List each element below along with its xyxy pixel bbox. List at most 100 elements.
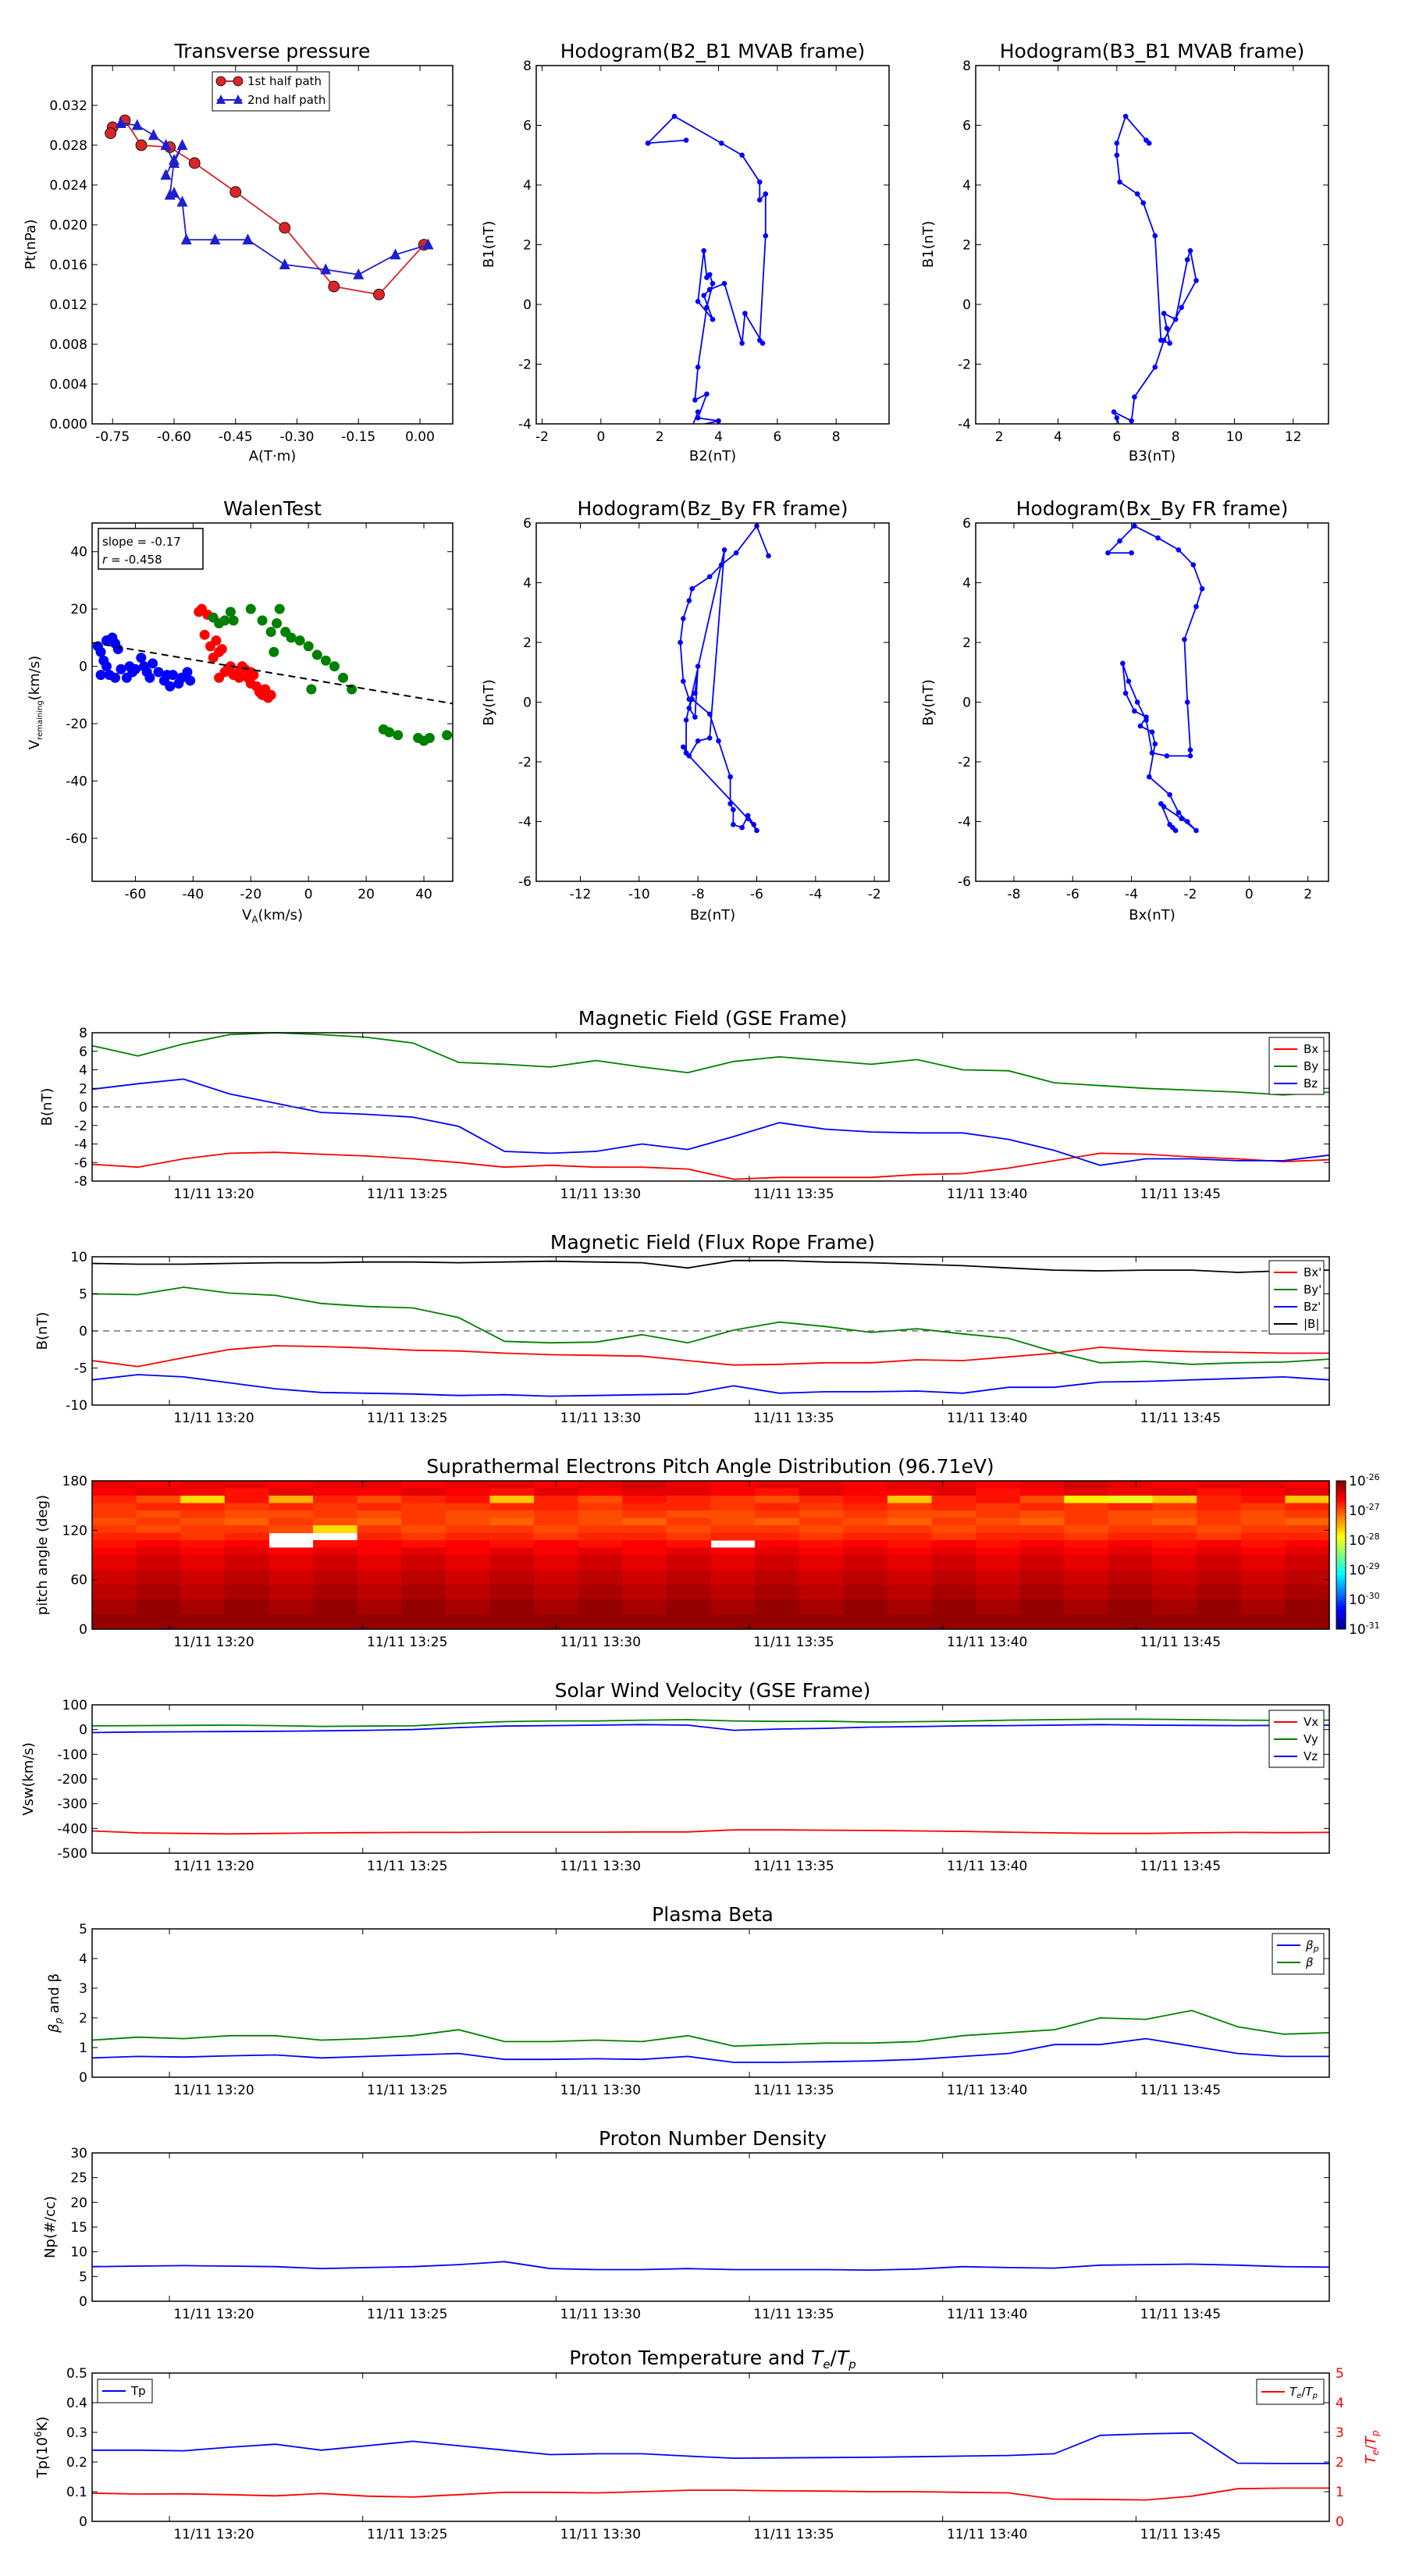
heatmap-cell bbox=[1240, 1510, 1286, 1519]
hodogram-b2-b1-title: Hodogram(B2_B1 MVAB frame) bbox=[560, 40, 866, 62]
x-tick-label: -60 bbox=[125, 887, 147, 902]
heatmap-cell bbox=[1240, 1570, 1286, 1578]
heatmap-cell bbox=[622, 1614, 667, 1623]
heatmap-cell bbox=[887, 1481, 933, 1489]
heatmap-cell bbox=[710, 1562, 756, 1571]
y-tick-label: 6 bbox=[523, 516, 532, 532]
x-tick-label: 11/11 13:40 bbox=[947, 2527, 1027, 2542]
heatmap-cell bbox=[1152, 1510, 1197, 1519]
x-tick-label: -4 bbox=[1125, 887, 1138, 902]
magnetic-field-fr-title: Magnetic Field (Flux Rope Frame) bbox=[550, 1231, 875, 1254]
heatmap-cell bbox=[755, 1599, 800, 1608]
heatmap-cell bbox=[534, 1510, 579, 1519]
y-tick-label: 0 bbox=[79, 2070, 87, 2086]
heatmap-cell bbox=[1240, 1592, 1286, 1600]
y-tick-label: 0.032 bbox=[49, 98, 87, 114]
heatmap-cell bbox=[710, 1621, 756, 1630]
data-point bbox=[1193, 603, 1199, 610]
x-tick-label: 2 bbox=[1304, 887, 1312, 902]
heatmap-cell bbox=[224, 1562, 270, 1571]
y-tick-label: -8 bbox=[74, 1174, 87, 1190]
x-tick-label: 11/11 13:45 bbox=[1140, 1635, 1221, 1650]
heatmap-cell bbox=[1240, 1503, 1286, 1511]
heatmap-cell bbox=[799, 1517, 844, 1526]
heatmap-cell bbox=[1152, 1481, 1197, 1489]
x-tick-label: 11/11 13:35 bbox=[753, 1635, 834, 1650]
data-point bbox=[739, 152, 745, 158]
heatmap-cell bbox=[1240, 1525, 1286, 1534]
heatmap-cell bbox=[887, 1525, 933, 1534]
heatmap-cell bbox=[224, 1614, 270, 1623]
heatmap-cell bbox=[1285, 1599, 1330, 1608]
heatmap-cell bbox=[224, 1606, 270, 1615]
heatmap-cell bbox=[489, 1540, 535, 1549]
heatmap-cell bbox=[1240, 1621, 1286, 1630]
heatmap-cell bbox=[92, 1577, 137, 1585]
heatmap-cell bbox=[755, 1614, 800, 1623]
x-tick-label: 11/11 13:25 bbox=[367, 2307, 447, 2322]
heatmap-cell bbox=[445, 1488, 491, 1496]
heatmap-cell bbox=[799, 1540, 844, 1549]
heatmap-cell bbox=[313, 1503, 358, 1511]
heatmap-cell bbox=[843, 1488, 888, 1496]
y-right-tick-label: 2 bbox=[1336, 2455, 1344, 2471]
heatmap-cell bbox=[1108, 1592, 1154, 1600]
x-tick-label: 11/11 13:30 bbox=[560, 2527, 641, 2542]
y-tick-label: 30 bbox=[70, 2146, 87, 2161]
colorbar-step bbox=[1336, 1513, 1346, 1516]
heatmap-cell bbox=[976, 1488, 1021, 1496]
x-tick-label: 11/11 13:20 bbox=[173, 1635, 254, 1650]
heatmap-cell bbox=[578, 1621, 623, 1630]
x-tick-label: 8 bbox=[832, 429, 841, 445]
heatmap-cell bbox=[931, 1525, 976, 1534]
proton-density-ylabel: Np(#/cc) bbox=[42, 2196, 59, 2258]
data-point bbox=[695, 409, 701, 415]
y-tick-label: 0 bbox=[962, 696, 971, 711]
heatmap-cell bbox=[578, 1592, 623, 1600]
y-tick-label: 5 bbox=[79, 1287, 87, 1303]
data-point bbox=[695, 415, 701, 421]
y-tick-label: -100 bbox=[57, 1747, 87, 1763]
colorbar-step bbox=[1336, 1599, 1346, 1603]
heatmap-cell bbox=[887, 1503, 933, 1511]
heatmap-cell bbox=[578, 1585, 623, 1593]
data-point bbox=[320, 655, 331, 666]
heatmap-cell bbox=[578, 1606, 623, 1615]
y-tick-label: -4 bbox=[518, 815, 532, 831]
heatmap-cell bbox=[534, 1525, 579, 1534]
x-tick-label: -8 bbox=[1007, 887, 1020, 902]
heatmap-cell bbox=[799, 1599, 844, 1608]
heatmap-cell bbox=[799, 1510, 844, 1519]
heatmap-cell bbox=[92, 1570, 137, 1578]
x-tick-label: 11/11 13:45 bbox=[1140, 2307, 1221, 2322]
data-point bbox=[373, 288, 385, 301]
heatmap-cell bbox=[489, 1510, 535, 1519]
hodogram-b3-b1-xlabel: B3(nT) bbox=[1129, 448, 1176, 464]
heatmap-cell bbox=[1064, 1562, 1109, 1571]
heatmap-cell bbox=[1197, 1481, 1242, 1489]
y-tick-label: 0 bbox=[79, 1100, 87, 1115]
y-tick-label: -2 bbox=[74, 1119, 87, 1134]
heatmap-cell bbox=[313, 1510, 358, 1519]
heatmap-cell bbox=[224, 1525, 270, 1534]
heatmap-cell bbox=[136, 1540, 181, 1549]
heatmap-cell bbox=[180, 1503, 226, 1511]
heatmap-cell bbox=[887, 1570, 933, 1578]
heatmap-cell bbox=[445, 1570, 491, 1578]
heatmap-cell bbox=[666, 1614, 712, 1623]
data-point bbox=[1117, 179, 1122, 185]
heatmap-cell bbox=[136, 1503, 181, 1511]
plasma-beta-ylabel: βp and β bbox=[46, 1973, 64, 2033]
heatmap-cell bbox=[622, 1547, 667, 1556]
heatmap-cell bbox=[931, 1510, 976, 1519]
heatmap-cell bbox=[843, 1540, 888, 1549]
colorbar-step bbox=[1336, 1532, 1346, 1536]
data-point bbox=[1190, 562, 1197, 568]
heatmap-cell bbox=[931, 1592, 976, 1600]
y-tick-label: 25 bbox=[70, 2171, 87, 2186]
heatmap-cell bbox=[1285, 1621, 1330, 1630]
heatmap-cell bbox=[180, 1570, 226, 1578]
x-tick-label: 11/11 13:30 bbox=[560, 2307, 641, 2322]
x-tick-label: -2 bbox=[535, 429, 549, 445]
heatmap-cell bbox=[710, 1592, 756, 1600]
